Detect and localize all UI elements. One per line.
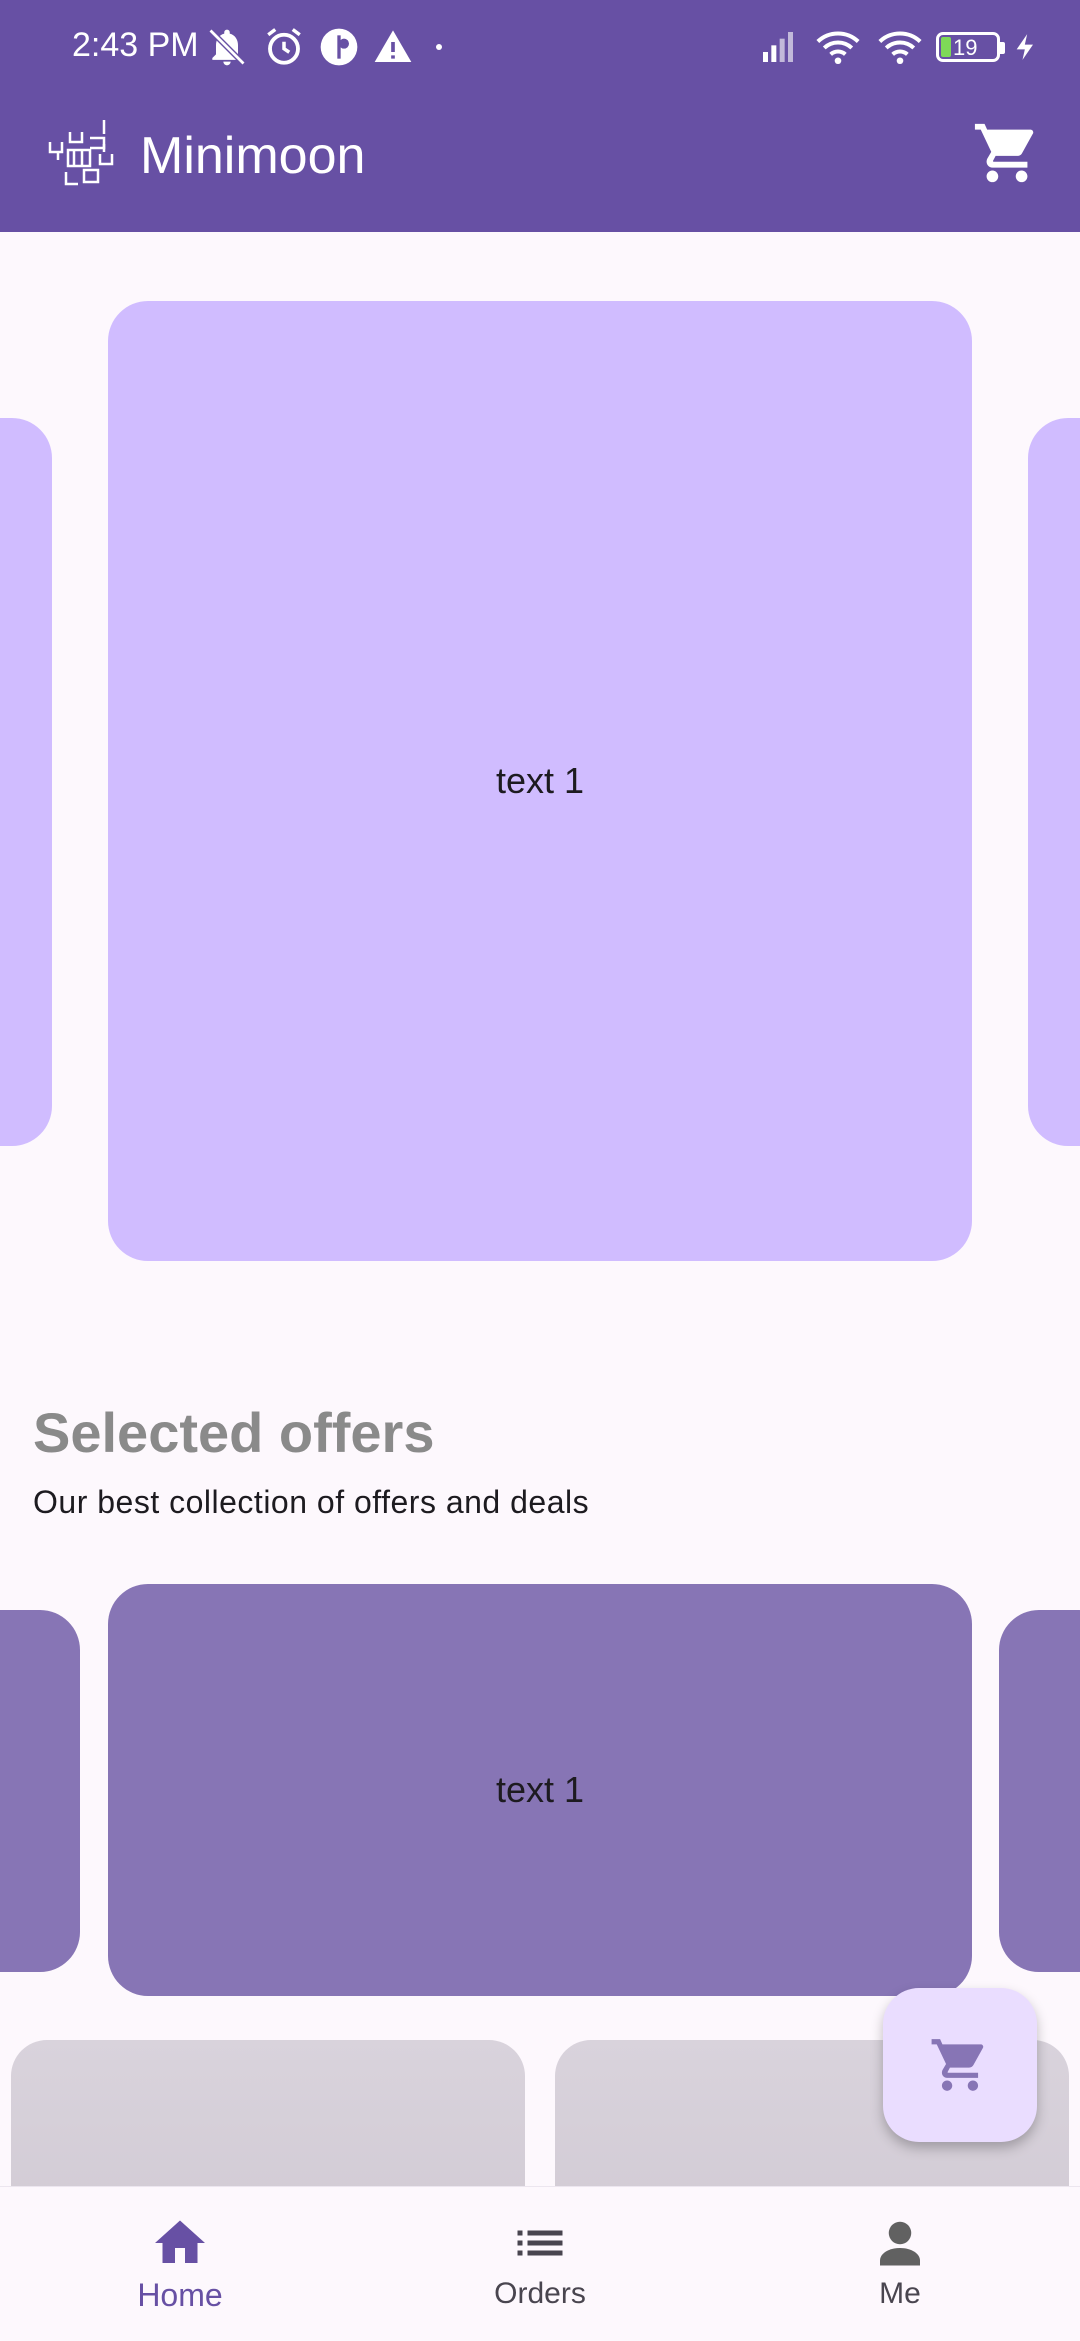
nav-item-me[interactable]: Me: [720, 2187, 1080, 2341]
hero-card-prev[interactable]: [0, 418, 52, 1146]
status-icons-right: 19: [756, 22, 1040, 72]
list-icon: [517, 2230, 563, 2256]
hero-card-current[interactable]: text 1: [108, 301, 972, 1261]
home-icon: [155, 2220, 205, 2263]
wifi-secondary-icon: [878, 31, 922, 65]
nav-label-home: Home: [137, 2277, 223, 2313]
cart-icon: [931, 2039, 984, 2091]
wifi-icon: [816, 31, 860, 65]
app-notification-icon: [320, 28, 358, 66]
offer-card-current[interactable]: text 1: [108, 1584, 972, 1996]
cart-button[interactable]: [972, 118, 1042, 188]
offer-card-next[interactable]: [999, 1610, 1080, 1972]
cart-fab[interactable]: [883, 1988, 1037, 2142]
app-bar: Minimoon: [0, 96, 1080, 232]
nav-item-orders[interactable]: Orders: [360, 2187, 720, 2341]
person-icon: [880, 2221, 920, 2266]
app-logo: [48, 120, 114, 186]
offers-title: Selected offers: [33, 1401, 435, 1464]
bottom-nav: Home Orders Me: [0, 2186, 1080, 2341]
status-bar: 2:43 PM 19: [0, 0, 1080, 96]
hero-card-label: text 1: [495, 760, 585, 801]
app-title: Minimoon: [140, 127, 366, 185]
battery-level: 19: [953, 35, 978, 60]
offer-card-prev[interactable]: [0, 1610, 80, 1972]
status-time: 2:43 PM: [72, 26, 199, 64]
offers-subtitle: Our best collection of offers and deals: [33, 1484, 590, 1520]
battery-icon: 19: [936, 32, 1005, 62]
status-icons-left: [205, 22, 451, 72]
nav-item-home[interactable]: Home: [0, 2187, 360, 2341]
warning-icon: [374, 30, 412, 62]
dot-icon: [436, 44, 442, 50]
cart-icon: [974, 123, 1034, 183]
hero-card-next[interactable]: [1028, 418, 1080, 1146]
signal-icon: [763, 32, 793, 62]
nav-label-orders: Orders: [494, 2277, 586, 2310]
offer-card-label: text 1: [495, 1769, 585, 1810]
alarm-icon: [267, 28, 301, 65]
mute-bell-icon: [208, 28, 246, 66]
nav-label-me: Me: [879, 2277, 921, 2310]
charging-icon: [1016, 34, 1033, 60]
